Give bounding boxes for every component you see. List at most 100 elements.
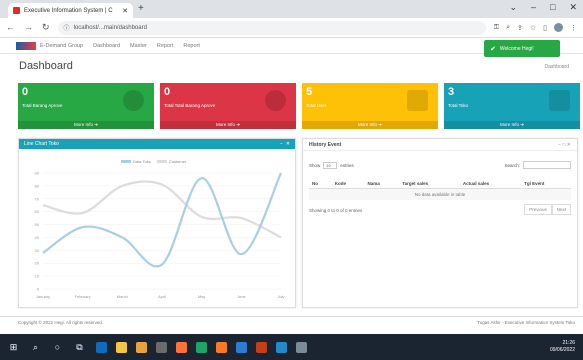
system-clock[interactable]: 21:26 09/06/2022 — [550, 340, 575, 354]
store-icon — [549, 90, 570, 111]
column-header[interactable]: Actual sales — [459, 179, 522, 189]
excel-icon[interactable] — [196, 341, 207, 353]
x-tick-label: February — [75, 294, 91, 299]
toast-message: Welcome Hegi! — [499, 45, 534, 52]
pagination: Previous Next — [524, 204, 571, 215]
stat-label: Total Total Barang Aprove — [164, 103, 216, 108]
nav-report[interactable]: Report — [157, 43, 174, 49]
browser-tabbar: Executive Information System | C ✕ + ⌄ –… — [0, 0, 583, 18]
column-header[interactable]: Nama — [364, 179, 400, 189]
app-icon[interactable] — [296, 341, 307, 353]
close-icon[interactable]: ✕ — [286, 141, 290, 147]
card-header: History Event − □ ✕ — [303, 139, 577, 151]
table-search: Search: — [504, 161, 571, 169]
minimize-icon[interactable]: – — [531, 2, 536, 13]
check-circle-icon — [123, 90, 144, 111]
column-header[interactable]: Target sales — [399, 179, 460, 189]
file-explorer-icon[interactable] — [116, 341, 127, 353]
zoom-icon[interactable]: ⌕ — [506, 24, 510, 32]
check-icon: ✔ — [490, 45, 496, 53]
nav-dashboard[interactable]: Dashboard — [93, 43, 120, 49]
browser-tab[interactable]: Executive Information System | C ✕ — [8, 3, 133, 18]
y-tick-label: 50 — [35, 222, 40, 227]
stat-value: 5 — [306, 86, 313, 98]
more-info-link[interactable]: More Info ➜ — [160, 121, 296, 129]
x-tick-label: March — [117, 294, 128, 299]
new-tab-icon[interactable]: + — [138, 3, 144, 14]
more-info-link[interactable]: More Info ➜ — [444, 121, 580, 129]
reload-icon[interactable]: ↻ — [42, 22, 50, 33]
collapse-icon[interactable]: − — [280, 141, 283, 147]
card-title: Line Chart Toko — [24, 141, 59, 147]
stat-label: Total User — [306, 103, 327, 108]
address-bar: ← → ↻ ⓘ localhost/...main/dashboard ⚿ ⌕ … — [0, 18, 583, 38]
share-icon[interactable]: ⇪ — [517, 24, 523, 32]
column-header[interactable]: No — [309, 179, 332, 189]
x-tick-label: May — [198, 294, 206, 299]
key-icon[interactable]: ⚿ — [494, 24, 499, 32]
y-tick-label: 30 — [35, 248, 40, 253]
app-icon[interactable] — [156, 341, 167, 353]
stat-value: 3 — [448, 86, 455, 98]
more-info-link[interactable]: More Info ➜ — [302, 121, 438, 129]
footer-credit: Tugas Akhir - Executive Information Syst… — [477, 320, 575, 325]
vscode-icon[interactable] — [276, 341, 287, 353]
x-tick-label: January — [36, 294, 50, 299]
card-title: History Event — [309, 142, 342, 148]
maximize-icon[interactable]: □ — [550, 2, 555, 13]
windows-start-icon[interactable]: ⊞ — [8, 342, 19, 353]
copyright: Copyright © 2022 Hegi. All rights reserv… — [18, 320, 104, 325]
history-event-card: History Event − □ ✕ Show 10 entries Sear… — [302, 138, 578, 308]
window-controls: ⌄ – □ ✕ — [509, 2, 577, 13]
task-view-icon[interactable]: ⧉ — [74, 342, 85, 353]
profile-avatar[interactable] — [554, 23, 563, 32]
nav-report-2[interactable]: Report — [183, 43, 200, 49]
nav-master[interactable]: Master — [130, 43, 147, 49]
next-button[interactable]: Next — [551, 204, 571, 215]
chrome-icon[interactable] — [136, 341, 147, 353]
x-tick-label: April — [158, 294, 166, 299]
firefox-icon[interactable] — [176, 341, 187, 353]
close-tab-icon[interactable]: ✕ — [122, 7, 128, 15]
sidebar-icon[interactable]: ▯ — [543, 24, 547, 32]
edge-icon[interactable] — [96, 341, 107, 353]
search-icon[interactable]: ⌕ — [30, 342, 41, 353]
back-icon[interactable]: ← — [6, 22, 15, 33]
cortana-icon[interactable]: ○ — [52, 342, 63, 352]
expand-icon[interactable]: □ — [562, 142, 565, 148]
url-text: localhost/...main/dashboard — [73, 24, 147, 31]
stat-label: Total Toko — [448, 103, 469, 108]
chevron-down-icon[interactable]: ⌄ — [509, 2, 517, 13]
x-tick-label: July — [277, 294, 284, 299]
previous-button[interactable]: Previous — [524, 204, 552, 215]
xampp-icon[interactable] — [216, 341, 227, 353]
collapse-icon[interactable]: − — [558, 142, 561, 148]
breadcrumb[interactable]: Dashboard — [545, 64, 569, 70]
empty-row: No data available in table — [309, 188, 571, 200]
y-tick-label: 80 — [35, 183, 40, 188]
close-icon[interactable]: ✕ — [567, 142, 571, 148]
word-icon[interactable] — [236, 341, 247, 353]
entries-select[interactable]: 10 — [323, 162, 338, 169]
page-footer: Copyright © 2022 Hegi. All rights reserv… — [0, 316, 583, 328]
brand-name[interactable]: E-Demand Group — [40, 43, 83, 49]
entries-control: Show 10 entries — [309, 162, 354, 169]
forward-icon[interactable]: → — [24, 22, 33, 33]
powerpoint-icon[interactable] — [256, 341, 267, 353]
brand-logo — [16, 41, 36, 50]
star-icon[interactable]: ☆ — [530, 24, 536, 32]
y-tick-label: 0 — [37, 287, 40, 292]
favicon-icon — [13, 7, 20, 14]
more-info-link[interactable]: More Info ➜ — [18, 121, 154, 129]
y-tick-label: 10 — [35, 274, 40, 279]
stat-value: 0 — [22, 86, 29, 98]
y-tick-label: 40 — [35, 235, 40, 240]
menu-dots-icon[interactable]: ⋮ — [570, 24, 577, 32]
card-header: Line Chart Toko − ✕ — [19, 139, 295, 149]
column-header[interactable]: Tgl Event — [521, 179, 571, 189]
search-input[interactable] — [523, 161, 571, 169]
column-header[interactable]: Kode — [331, 179, 365, 189]
x-circle-icon — [265, 90, 286, 111]
close-window-icon[interactable]: ✕ — [569, 2, 577, 13]
url-field[interactable]: ⓘ localhost/...main/dashboard — [57, 20, 486, 35]
